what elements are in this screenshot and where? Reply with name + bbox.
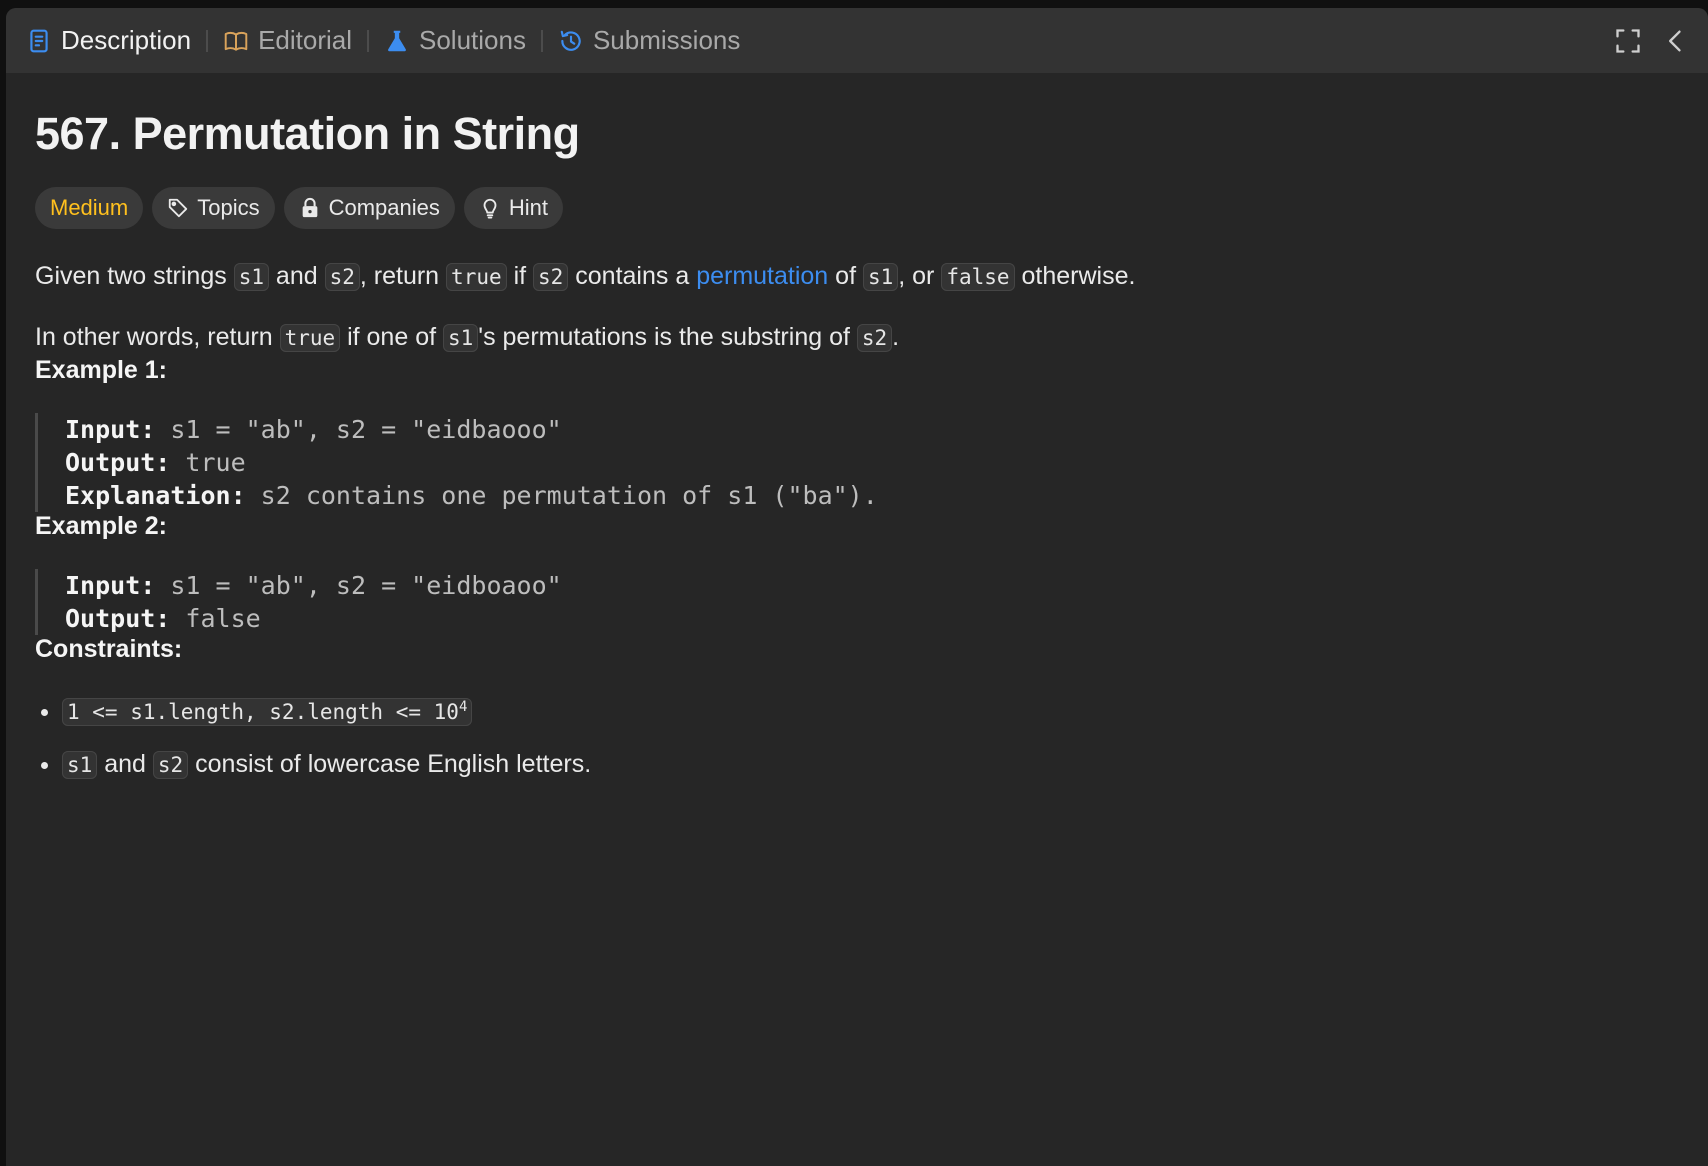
statement-text: if one of [340,323,443,351]
statement-text: , return [359,262,447,290]
constraints-heading: Constraints: [35,635,183,663]
constraint-text: and [97,750,153,778]
history-icon [558,28,584,54]
hint-label: Hint [508,195,549,220]
inline-code: s1 [443,324,479,352]
explanation-label: Explanation: [65,481,246,510]
inline-code: s1 [862,263,899,291]
example-explanation: Explanation: s2 contains one permutation… [65,479,1679,512]
constraint-code-text: 1 <= s1.length, s2.length <= 10 [67,700,459,724]
tab-solutions[interactable]: Solutions [384,25,526,56]
inline-code: s1 [233,263,269,291]
tab-bar: Description Editorial Solutions Submissi… [6,8,1708,73]
tab-divider [540,29,543,52]
difficulty-badge: Medium [35,187,144,229]
hint-button[interactable]: Hint [463,187,564,229]
tag-icon [167,197,189,219]
example-output: Output: false [65,602,1679,635]
statement-text: . [892,323,900,351]
exponent: 4 [458,699,468,715]
output-value: true [170,448,246,477]
tab-editorial-label: Editorial [258,25,352,55]
fullscreen-icon [1616,28,1640,53]
inline-code: s2 [324,263,360,291]
chevron-left-icon [1669,30,1681,51]
output-label: Output: [65,604,171,633]
example-output: Output: true [65,446,1679,479]
problem-tags: Medium Topics Companies Hint [35,187,1679,229]
lock-icon [299,197,321,219]
constraints-list: 1 <= s1.length, s2.length <= 104 s1 and … [35,688,1679,784]
example-2-block: Input: s1 = "ab", s2 = "eidboaoo" Output… [35,569,1679,635]
example-1-heading: Example 1: [35,356,168,384]
problem-title: 567. Permutation in String [35,108,580,159]
example-input: Input: s1 = "ab", s2 = "eidbaooo" [65,413,1679,446]
input-label: Input: [65,571,156,600]
document-icon [26,28,52,54]
inline-code: s1 [62,751,98,779]
statement-text: of [828,262,863,290]
tab-editorial[interactable]: Editorial [223,25,352,56]
fullscreen-button[interactable] [1614,27,1642,55]
companies-button[interactable]: Companies [283,187,455,229]
list-item: 1 <= s1.length, s2.length <= 104 [62,688,1679,731]
list-item: s1 and s2 consist of lowercase English l… [62,745,1679,784]
statement-paragraph-2: In other words, return true if one of s1… [35,319,1679,356]
collapse-panel-button[interactable] [1662,27,1690,55]
permutation-link[interactable]: permutation [696,262,828,290]
statement-text: and [268,262,325,290]
tab-solutions-label: Solutions [419,25,526,55]
statement-text: contains a [568,262,697,290]
inline-code: s2 [533,263,569,291]
constraint-text: consist of lowercase English letters. [188,750,592,778]
example-1-block: Input: s1 = "ab", s2 = "eidbaooo" Output… [35,413,1679,512]
difficulty-label: Medium [50,195,129,220]
statement-text: 's permutations is the substring of [478,323,857,351]
input-value: s1 = "ab", s2 = "eidboaoo" [155,571,562,600]
example-2-heading: Example 2: [35,512,168,540]
inline-code: s2 [856,324,893,352]
inline-code: false [941,263,1015,291]
inline-code: 1 <= s1.length, s2.length <= 104 [62,698,473,726]
topics-button[interactable]: Topics [152,187,275,229]
output-value: false [170,604,261,633]
inline-code: true [446,263,507,291]
book-icon [223,28,249,54]
flask-icon [384,28,410,54]
tab-divider [206,29,209,52]
tab-submissions-label: Submissions [592,25,741,55]
tab-description[interactable]: Description [26,25,191,56]
lightbulb-icon [479,197,501,219]
output-label: Output: [65,448,171,477]
input-label: Input: [65,415,156,444]
inline-code: true [279,324,341,352]
topics-label: Topics [197,195,260,220]
statement-text: if [506,262,534,290]
statement-text: otherwise. [1014,262,1136,290]
example-input: Input: s1 = "ab", s2 = "eidboaoo" [65,569,1679,602]
problem-content: 567. Permutation in String Medium Topics [6,107,1708,784]
statement-text: , or [898,262,942,290]
inline-code: s2 [152,751,189,779]
statement-paragraph-1: Given two strings s1 and s2, return true… [35,258,1679,295]
statement-text: In other words, return [35,323,280,351]
explanation-value: s2 contains one permutation of s1 ("ba")… [245,481,878,510]
tab-description-label: Description [61,25,192,55]
statement-text: Given two strings [35,262,234,290]
tab-submissions[interactable]: Submissions [558,25,740,56]
input-value: s1 = "ab", s2 = "eidbaooo" [155,415,562,444]
tab-divider [367,29,369,52]
tab-actions [1614,8,1690,73]
description-panel: Description Editorial Solutions Submissi… [6,8,1708,1166]
companies-label: Companies [328,195,440,220]
